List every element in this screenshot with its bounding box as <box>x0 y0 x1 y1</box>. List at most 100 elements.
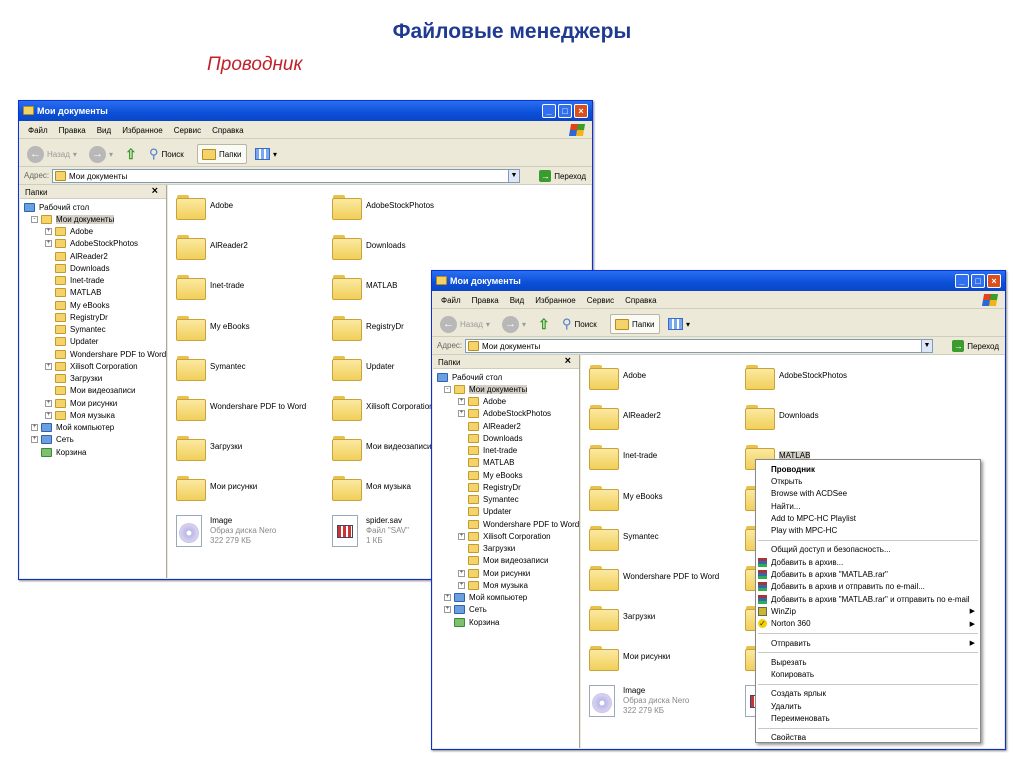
context-menu-item[interactable]: Add to MPC-HC Playlist <box>756 512 980 524</box>
folders-button[interactable]: Папки <box>197 144 247 164</box>
close-pane-button[interactable]: × <box>565 355 571 367</box>
tree-item[interactable]: Корзина <box>20 446 166 458</box>
menu-4[interactable]: Сервис <box>174 126 201 135</box>
expand-icon[interactable]: + <box>45 240 52 248</box>
context-menu-item[interactable]: ✓ Norton 360 ▶ <box>756 618 980 630</box>
expand-icon[interactable]: + <box>45 362 52 370</box>
tree-item[interactable]: Загрузки <box>433 543 579 555</box>
close-button[interactable]: × <box>574 104 588 118</box>
menu-5[interactable]: Справка <box>625 296 656 305</box>
forward-button[interactable]: → ▾ <box>89 144 113 164</box>
expand-icon[interactable]: + <box>458 581 465 589</box>
expand-icon[interactable]: + <box>458 398 465 406</box>
views-button[interactable]: ▾ <box>668 314 690 334</box>
close-button[interactable]: × <box>987 274 1001 288</box>
tree-item[interactable]: MATLAB <box>20 287 166 299</box>
tree-item[interactable]: + Adobe <box>20 226 166 238</box>
tree-item[interactable]: RegistryDr <box>20 311 166 323</box>
menu-4[interactable]: Сервис <box>587 296 614 305</box>
go-button[interactable]: → Переход <box>539 170 586 182</box>
tree-item[interactable]: Updater <box>433 506 579 518</box>
context-menu-item[interactable]: Проводник <box>756 463 980 475</box>
tree-item[interactable]: Downloads <box>20 262 166 274</box>
tree-item[interactable]: Загрузки <box>20 373 166 385</box>
tree-item[interactable]: Symantec <box>20 324 166 336</box>
file-item[interactable]: Inet-trade <box>176 273 332 301</box>
context-menu-item[interactable]: Открыть <box>756 475 980 487</box>
tree-item[interactable]: AlReader2 <box>433 420 579 432</box>
title-bar[interactable]: Мои документы <box>432 271 1005 291</box>
file-item[interactable]: Adobe <box>589 363 745 390</box>
go-button[interactable]: → Переход <box>952 340 999 352</box>
tree-item[interactable]: + Adobe <box>433 396 579 408</box>
folders-button[interactable]: Папки <box>610 314 660 334</box>
file-item[interactable]: Мои рисунки <box>176 474 332 502</box>
context-menu-item[interactable]: Копировать <box>756 668 980 680</box>
tree-item[interactable]: + Мои рисунки <box>433 567 579 579</box>
menu-2[interactable]: Вид <box>510 296 524 305</box>
tree-item[interactable]: Wondershare PDF to Word <box>433 518 579 530</box>
file-item[interactable]: Symantec <box>589 524 745 551</box>
file-item[interactable]: Wondershare PDF to Word <box>589 564 745 591</box>
file-item[interactable]: Symantec <box>176 354 332 381</box>
context-menu-item[interactable]: Отправить ▶ <box>756 637 980 649</box>
tree-item[interactable]: My eBooks <box>20 299 166 311</box>
tree-item[interactable]: Updater <box>20 336 166 348</box>
address-dropdown[interactable]: ▼ <box>508 169 520 183</box>
file-item[interactable]: AdobeStockPhotos <box>332 193 488 220</box>
file-item[interactable]: Downloads <box>332 233 488 261</box>
expand-icon[interactable]: + <box>444 606 451 614</box>
tree-item[interactable]: + Xilisoft Corporation <box>433 530 579 542</box>
collapse-icon[interactable]: - <box>444 385 451 393</box>
file-item[interactable]: Wondershare PDF to Word <box>176 394 332 421</box>
menu-5[interactable]: Справка <box>212 126 243 135</box>
expand-icon[interactable]: + <box>45 228 52 236</box>
up-button[interactable]: ⇧ <box>125 144 137 164</box>
tree-item[interactable]: + Сеть <box>20 434 166 446</box>
context-menu-item[interactable]: Добавить в архив "MATLAB.rar" и отправит… <box>756 593 980 605</box>
tree-item[interactable]: Корзина <box>433 616 579 628</box>
tree-item[interactable]: Рабочий стол <box>20 201 166 213</box>
collapse-icon[interactable]: - <box>31 215 38 223</box>
menu-3[interactable]: Избранное <box>535 296 576 305</box>
window-title[interactable]: Мои документы <box>450 276 521 286</box>
tree-item[interactable]: RegistryDr <box>433 481 579 493</box>
back-button[interactable]: ← Назад ▾ <box>440 314 490 334</box>
file-item[interactable]: AlReader2 <box>176 233 332 261</box>
tree-item[interactable]: - Мои документы <box>20 213 166 225</box>
tree-item[interactable]: My eBooks <box>433 469 579 481</box>
file-item[interactable]: AlReader2 <box>589 403 745 431</box>
expand-icon[interactable]: + <box>444 594 451 602</box>
file-item[interactable]: Image Образ диска Nero 322 279 КБ <box>589 684 745 717</box>
menu-2[interactable]: Вид <box>97 126 111 135</box>
tree-item[interactable]: + Мой компьютер <box>433 592 579 604</box>
file-item[interactable]: AdobeStockPhotos <box>745 363 901 390</box>
search-button[interactable]: ⚲ Поиск <box>149 144 184 164</box>
tree-item[interactable]: Symantec <box>433 494 579 506</box>
tree-item[interactable]: + Моя музыка <box>20 409 166 421</box>
context-menu-item[interactable]: Вырезать <box>756 656 980 668</box>
tree-item[interactable]: Рабочий стол <box>433 371 579 383</box>
menu-0[interactable]: Файл <box>28 126 48 135</box>
file-item[interactable]: Загрузки <box>176 434 332 462</box>
tree-item[interactable]: Inet-trade <box>433 445 579 457</box>
address-input[interactable]: Мои документы <box>465 339 933 353</box>
minimize-button[interactable]: _ <box>542 104 556 118</box>
context-menu-item[interactable]: Удалить <box>756 700 980 712</box>
context-menu-item[interactable]: Добавить в архив и отправить по e-mail..… <box>756 581 980 593</box>
minimize-button[interactable]: _ <box>955 274 969 288</box>
context-menu-item[interactable]: Browse with ACDSee <box>756 488 980 500</box>
expand-icon[interactable]: + <box>31 424 38 432</box>
file-item[interactable]: Мои рисунки <box>589 644 745 672</box>
expand-icon[interactable]: + <box>458 532 465 540</box>
context-menu-item[interactable]: Общий доступ и безопасность... <box>756 544 980 556</box>
tree-item[interactable]: + Мой компьютер <box>20 422 166 434</box>
window-title[interactable]: Мои документы <box>37 106 108 116</box>
tree-item[interactable]: + Мои рисунки <box>20 397 166 409</box>
tree-item[interactable]: + Моя музыка <box>433 579 579 591</box>
up-button[interactable]: ⇧ <box>538 314 550 334</box>
file-item[interactable]: My eBooks <box>176 314 332 341</box>
maximize-button[interactable]: □ <box>971 274 985 288</box>
forward-button[interactable]: → ▾ <box>502 314 526 334</box>
file-item[interactable]: Inet-trade <box>589 443 745 471</box>
